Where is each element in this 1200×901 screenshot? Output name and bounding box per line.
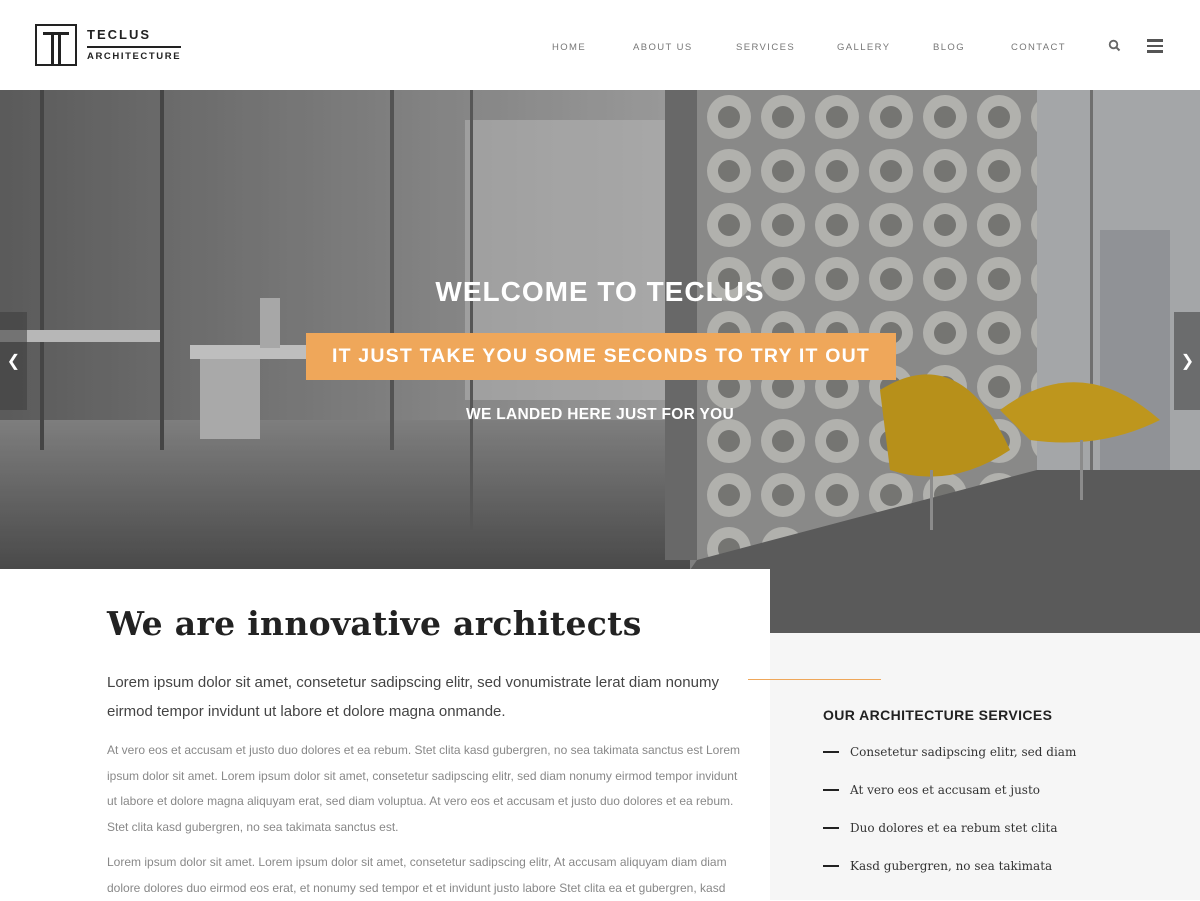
logo-mark-icon xyxy=(35,24,77,66)
about-paragraph: Lorem ipsum dolor sit amet. Lorem ipsum … xyxy=(107,855,727,895)
dash-icon xyxy=(823,751,839,753)
slider-prev-button[interactable]: ❮ xyxy=(0,312,27,410)
site-logo[interactable]: TECLUS ARCHITECTURE xyxy=(35,22,182,68)
service-item: Kasd gubergren, no sea takimata xyxy=(823,859,1052,873)
dash-icon xyxy=(823,827,839,829)
services-title: OUR ARCHITECTURE SERVICES xyxy=(823,707,1053,723)
service-label: Kasd gubergren, no sea takimata xyxy=(850,859,1053,873)
accent-divider xyxy=(748,679,881,680)
service-item: Consetetur sadipscing elitr, sed diam xyxy=(823,745,1076,759)
hamburger-menu-icon[interactable] xyxy=(1147,39,1163,53)
logo-text: TECLUS ARCHITECTURE xyxy=(87,28,182,62)
dash-icon xyxy=(823,789,839,791)
service-label: Consetetur sadipscing elitr, sed diam xyxy=(850,745,1077,759)
brand-tagline: ARCHITECTURE xyxy=(87,51,182,62)
hero-slider: WELCOME TO TECLUS IT JUST TAKE YOU SOME … xyxy=(0,90,1200,633)
search-icon[interactable] xyxy=(1108,39,1122,53)
slider-next-button[interactable]: ❯ xyxy=(1174,312,1200,410)
service-item: At vero eos et accusam et justo xyxy=(823,783,1040,797)
dash-icon xyxy=(823,865,839,867)
service-item: Duo dolores et ea rebum stet clita xyxy=(823,821,1058,835)
nav-services[interactable]: SERVICES xyxy=(736,42,795,53)
service-label: At vero eos et accusam et justo xyxy=(850,783,1041,797)
nav-about-us[interactable]: ABOUT US xyxy=(633,42,693,53)
nav-blog[interactable]: BLOG xyxy=(933,42,965,53)
site-header: TECLUS ARCHITECTURE HOME ABOUT US SERVIC… xyxy=(0,0,1200,90)
nav-gallery[interactable]: GALLERY xyxy=(837,42,890,53)
about-heading: We are innovative architects xyxy=(107,604,642,643)
hero-subtitle: WE LANDED HERE JUST FOR YOU xyxy=(466,406,734,423)
hero-cta-button[interactable]: IT JUST TAKE YOU SOME SECONDS TO TRY IT … xyxy=(306,333,896,380)
chevron-right-icon: ❯ xyxy=(1180,353,1195,370)
about-lead: Lorem ipsum dolor sit amet, consetetur s… xyxy=(107,674,719,720)
nav-home[interactable]: HOME xyxy=(552,42,586,53)
hero-title: WELCOME TO TECLUS xyxy=(435,276,765,307)
brand-name: TECLUS xyxy=(87,28,182,48)
about-paragraph: At vero eos et accusam et justo duo dolo… xyxy=(107,743,741,834)
service-label: Duo dolores et ea rebum stet clita xyxy=(850,821,1058,835)
nav-contact[interactable]: CONTACT xyxy=(1011,42,1066,53)
chevron-left-icon: ❮ xyxy=(6,353,21,370)
